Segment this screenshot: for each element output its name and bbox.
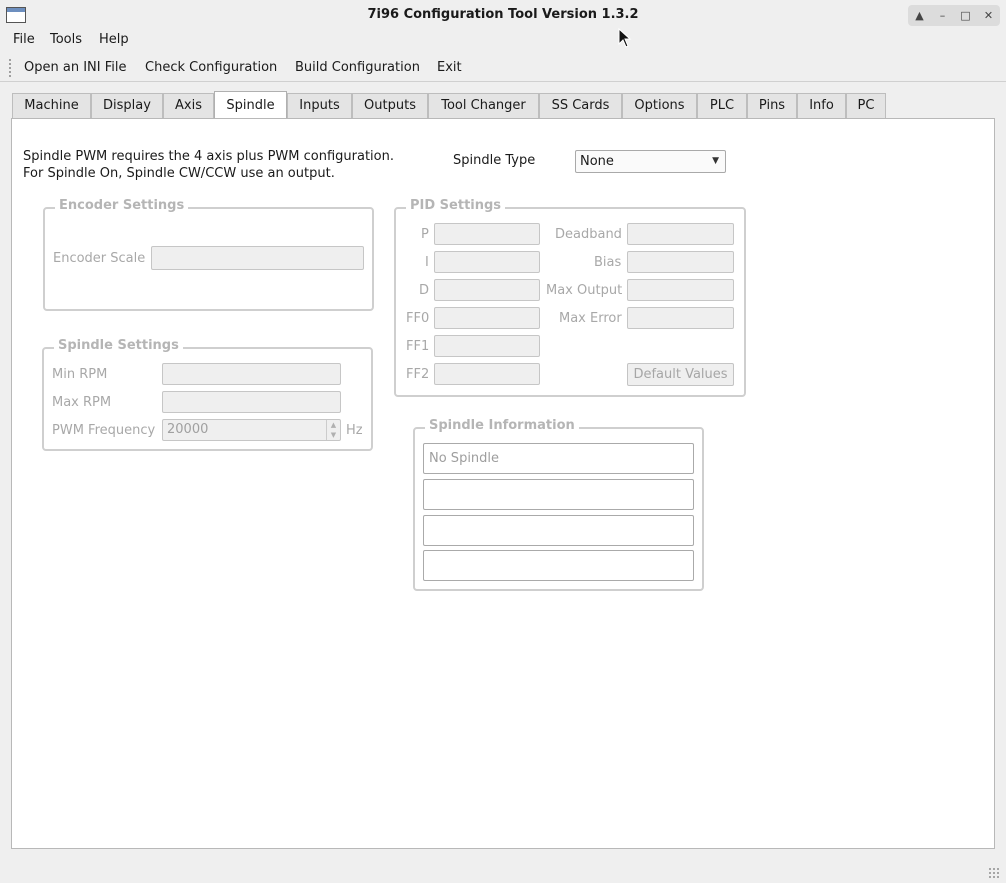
pid-d-label: D (419, 283, 430, 298)
pid-ff2-label: FF2 (406, 367, 430, 382)
spindle-type-label: Spindle Type (453, 153, 536, 168)
max-rpm-label: Max RPM (52, 395, 112, 410)
pid-max-error-input[interactable] (627, 307, 734, 329)
toolbar: Open an INI File Check Configuration Bui… (0, 54, 1006, 82)
window-title: 7i96 Configuration Tool Version 1.3.2 (367, 7, 639, 22)
pid-p-label: P (421, 227, 429, 242)
max-rpm-input[interactable] (162, 391, 341, 413)
pid-ff0-input[interactable] (434, 307, 540, 329)
pid-i-input[interactable] (434, 251, 540, 273)
exit-button[interactable]: Exit (437, 60, 462, 75)
minimize-icon[interactable]: – (935, 8, 951, 24)
tab-display[interactable]: Display (91, 93, 163, 118)
close-icon[interactable]: ✕ (981, 8, 997, 24)
pid-bias-input[interactable] (627, 251, 734, 273)
maximize-icon[interactable]: □ (958, 8, 974, 24)
pid-ff1-label: FF1 (406, 339, 430, 354)
pid-p-input[interactable] (434, 223, 540, 245)
spindle-info-line-1: Spindle PWM requires the 4 axis plus PWM… (23, 149, 394, 164)
pid-max-error-label: Max Error (559, 311, 622, 326)
tab-ss-cards[interactable]: SS Cards (539, 93, 622, 118)
tab-tool-changer[interactable]: Tool Changer (428, 93, 539, 118)
chevron-down-icon: ▼ (712, 156, 719, 166)
tab-inputs[interactable]: Inputs (287, 93, 352, 118)
spindle-info-field-4 (423, 550, 694, 581)
spin-down-icon[interactable]: ▼ (327, 430, 340, 440)
min-rpm-label: Min RPM (52, 367, 108, 382)
default-values-button[interactable]: Default Values (627, 363, 734, 386)
toolbar-grip[interactable] (8, 58, 12, 78)
window-controls: ▲ – □ ✕ (908, 5, 1000, 26)
pwm-frequency-label: PWM Frequency (52, 423, 156, 438)
pid-deadband-label: Deadband (555, 227, 622, 242)
menu-tools[interactable]: Tools (50, 32, 82, 47)
spin-up-icon[interactable]: ▲ (327, 420, 340, 430)
pid-bias-label: Bias (594, 255, 622, 270)
tab-spindle[interactable]: Spindle (214, 91, 287, 118)
spindle-info-field-2 (423, 479, 694, 510)
pid-ff2-input[interactable] (434, 363, 540, 385)
tab-info[interactable]: Info (797, 93, 846, 118)
pid-ff0-label: FF0 (406, 311, 430, 326)
title-bar: 7i96 Configuration Tool Version 1.3.2 ▲ … (0, 0, 1006, 30)
spin-buttons[interactable]: ▲ ▼ (326, 420, 340, 440)
encoder-scale-input[interactable] (151, 246, 364, 270)
pid-d-input[interactable] (434, 279, 540, 301)
spindle-info-line-2: For Spindle On, Spindle CW/CCW use an ou… (23, 166, 335, 181)
pid-deadband-input[interactable] (627, 223, 734, 245)
spindle-settings-title: Spindle Settings (54, 338, 183, 353)
spindle-type-value: None (580, 154, 614, 169)
resize-grip-icon[interactable] (988, 867, 1000, 879)
pwm-unit-label: Hz (346, 423, 363, 438)
pwm-frequency-spinbox[interactable]: 20000 ▲ ▼ (162, 419, 341, 441)
pid-i-label: I (425, 255, 429, 270)
build-configuration-button[interactable]: Build Configuration (295, 60, 420, 75)
tab-pc[interactable]: PC (846, 93, 886, 118)
shade-icon[interactable]: ▲ (912, 8, 928, 24)
spindle-info-field-1: No Spindle (423, 443, 694, 474)
min-rpm-input[interactable] (162, 363, 341, 385)
spindle-type-select[interactable]: None ▼ (575, 150, 726, 173)
tab-options[interactable]: Options (622, 93, 697, 118)
pid-ff1-input[interactable] (434, 335, 540, 357)
tab-outputs[interactable]: Outputs (352, 93, 428, 118)
tab-machine[interactable]: Machine (12, 93, 91, 118)
menu-file[interactable]: File (13, 32, 35, 47)
tab-axis[interactable]: Axis (163, 93, 214, 118)
pid-settings-title: PID Settings (406, 198, 506, 213)
check-configuration-button[interactable]: Check Configuration (145, 60, 277, 75)
encoder-scale-label: Encoder Scale (53, 251, 146, 266)
spindle-information-title: Spindle Information (425, 418, 579, 433)
encoder-settings-title: Encoder Settings (55, 198, 189, 213)
pid-max-output-label: Max Output (546, 283, 623, 298)
tab-plc[interactable]: PLC (697, 93, 747, 118)
spindle-info-field-3 (423, 515, 694, 546)
menu-help[interactable]: Help (99, 32, 129, 47)
pid-max-output-input[interactable] (627, 279, 734, 301)
open-ini-button[interactable]: Open an INI File (24, 60, 126, 75)
menu-bar: File Tools Help (0, 30, 1006, 52)
tab-pins[interactable]: Pins (747, 93, 797, 118)
pwm-frequency-value: 20000 (167, 422, 209, 437)
